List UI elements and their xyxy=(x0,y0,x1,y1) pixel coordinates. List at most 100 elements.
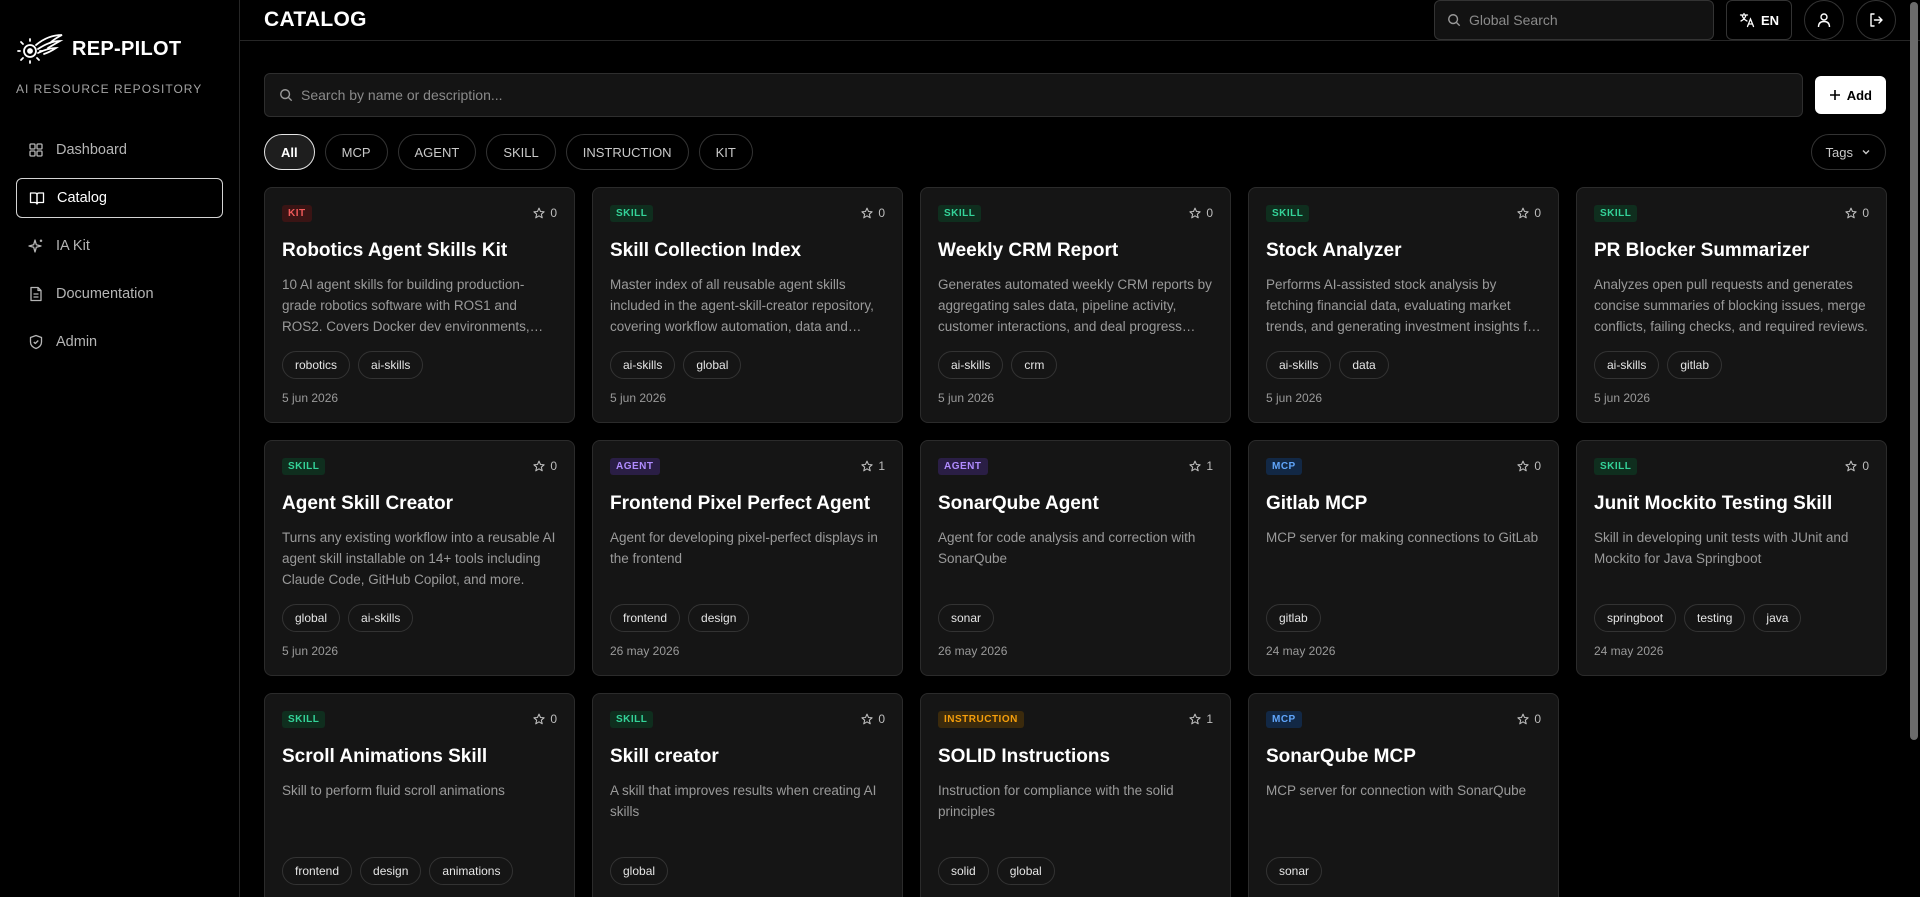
filter-chip-all[interactable]: All xyxy=(264,134,315,170)
catalog-card[interactable]: SKILL 0 Weekly CRM Report Generates auto… xyxy=(920,187,1231,423)
tag-chip[interactable]: frontend xyxy=(282,857,353,885)
filter-chip-kit[interactable]: KIT xyxy=(698,134,753,170)
star-button[interactable]: 0 xyxy=(861,206,885,220)
star-icon xyxy=(1189,460,1201,472)
scrollbar[interactable] xyxy=(1910,0,1918,897)
star-button[interactable]: 1 xyxy=(1189,712,1213,726)
tag-chip[interactable]: data xyxy=(1339,351,1389,379)
sidebar-item-dashboard[interactable]: Dashboard xyxy=(16,130,223,170)
tag-chip[interactable]: java xyxy=(1753,604,1802,632)
catalog-card[interactable]: AGENT 1 SonarQube Agent Agent for code a… xyxy=(920,440,1231,676)
card-description: Skill to perform fluid scroll animations xyxy=(282,783,505,798)
star-icon xyxy=(1189,207,1201,219)
tag-chip[interactable]: global xyxy=(996,857,1055,885)
catalog-search-input[interactable] xyxy=(301,87,1788,103)
star-button[interactable]: 0 xyxy=(1517,459,1541,473)
filter-chip-mcp[interactable]: MCP xyxy=(324,134,388,170)
language-label: EN xyxy=(1760,12,1779,28)
tags-dropdown[interactable]: Tags xyxy=(1810,134,1886,170)
star-button[interactable]: 0 xyxy=(1845,206,1869,220)
star-button[interactable]: 0 xyxy=(533,712,557,726)
sidebar-item-ia-kit[interactable]: IA Kit xyxy=(16,226,223,266)
filter-chip-instruction[interactable]: INSTRUCTION xyxy=(565,134,689,170)
tag-chip[interactable]: design xyxy=(360,857,422,885)
catalog-card[interactable]: AGENT 1 Frontend Pixel Perfect Agent Age… xyxy=(592,440,903,676)
filter-chip-agent[interactable]: AGENT xyxy=(397,134,477,170)
card-tags: ai-skills global xyxy=(610,351,885,379)
tag-chip[interactable]: ai-skills xyxy=(348,604,414,632)
scrollbar-thumb[interactable] xyxy=(1910,2,1918,740)
star-count: 0 xyxy=(1862,206,1869,220)
catalog-card[interactable]: INSTRUCTION 1 SOLID Instructions Instruc… xyxy=(920,693,1231,897)
tag-chip[interactable]: testing xyxy=(1684,604,1746,632)
catalog-card[interactable]: SKILL 0 Scroll Animations Skill Skill to… xyxy=(264,693,575,897)
catalog-card[interactable]: MCP 0 SonarQube MCP MCP server for conne… xyxy=(1248,693,1559,897)
star-button[interactable]: 1 xyxy=(1189,459,1213,473)
tag-chip[interactable]: frontend xyxy=(610,604,681,632)
global-search[interactable] xyxy=(1433,0,1714,40)
type-badge: SKILL xyxy=(938,204,982,222)
catalog-card[interactable]: KIT 0 Robotics Agent Skills Kit 10 AI ag… xyxy=(264,187,575,423)
language-button[interactable]: EN xyxy=(1725,0,1792,40)
tag-chip[interactable]: ai-skills xyxy=(1594,351,1660,379)
star-button[interactable]: 0 xyxy=(533,206,557,220)
star-icon xyxy=(533,460,545,472)
star-button[interactable]: 0 xyxy=(533,459,557,473)
sidebar-item-catalog[interactable]: Catalog xyxy=(16,178,223,218)
card-title: Junit Mockito Testing Skill xyxy=(1594,493,1833,514)
tag-chip[interactable]: springboot xyxy=(1594,604,1677,632)
tag-chip[interactable]: ai-skills xyxy=(1266,351,1332,379)
catalog-card[interactable]: SKILL 0 PR Blocker Summarizer Analyzes o… xyxy=(1576,187,1887,423)
card-tags: global ai-skills xyxy=(282,604,557,632)
tag-chip[interactable]: ai-skills xyxy=(610,351,676,379)
tag-chip[interactable]: sonar xyxy=(1266,857,1323,885)
tag-chip[interactable]: crm xyxy=(1011,351,1058,379)
star-icon xyxy=(533,207,545,219)
catalog-search[interactable] xyxy=(264,73,1803,117)
card-tags: solid global xyxy=(938,857,1213,885)
star-icon xyxy=(1517,713,1529,725)
profile-button[interactable] xyxy=(1804,0,1844,40)
catalog-card[interactable]: SKILL 0 Junit Mockito Testing Skill Skil… xyxy=(1576,440,1887,676)
brand[interactable]: REP-PILOT xyxy=(0,0,239,68)
tag-chip[interactable]: gitlab xyxy=(1266,604,1321,632)
filter-chip-skill[interactable]: SKILL xyxy=(486,134,556,170)
star-icon xyxy=(1517,207,1529,219)
tag-chip[interactable]: ai-skills xyxy=(358,351,424,379)
tag-chip[interactable]: global xyxy=(683,351,742,379)
star-button[interactable]: 0 xyxy=(1189,206,1213,220)
card-date: 24 may 2026 xyxy=(1266,644,1336,658)
tag-chip[interactable]: sonar xyxy=(938,604,995,632)
type-badge: INSTRUCTION xyxy=(938,710,1024,728)
tag-chip[interactable]: ai-skills xyxy=(938,351,1004,379)
star-button[interactable]: 0 xyxy=(1517,206,1541,220)
star-button[interactable]: 0 xyxy=(1845,459,1869,473)
tag-chip[interactable]: global xyxy=(282,604,341,632)
catalog-card[interactable]: SKILL 0 Agent Skill Creator Turns any ex… xyxy=(264,440,575,676)
chevron-down-icon xyxy=(1862,150,1870,155)
user-icon xyxy=(1817,13,1831,28)
catalog-card[interactable]: SKILL 0 Skill creator A skill that impro… xyxy=(592,693,903,897)
sidebar-item-admin[interactable]: Admin xyxy=(16,322,223,362)
logout-button[interactable] xyxy=(1856,0,1896,40)
card-tags: gitlab xyxy=(1266,604,1541,632)
type-badge: KIT xyxy=(282,204,312,222)
card-tags: robotics ai-skills xyxy=(282,351,557,379)
add-button[interactable]: Add xyxy=(1814,76,1886,114)
tag-chip[interactable]: design xyxy=(688,604,750,632)
card-title: Skill creator xyxy=(610,746,719,767)
catalog-card[interactable]: SKILL 0 Skill Collection Index Master in… xyxy=(592,187,903,423)
tag-chip[interactable]: gitlab xyxy=(1667,351,1723,379)
global-search-input[interactable] xyxy=(1468,12,1689,28)
card-description: MCP server for connection with SonarQube xyxy=(1266,783,1527,798)
tag-chip[interactable]: solid xyxy=(938,857,989,885)
catalog-card[interactable]: MCP 0 Gitlab MCP MCP server for making c… xyxy=(1248,440,1559,676)
star-button[interactable]: 0 xyxy=(861,712,885,726)
sidebar-item-documentation[interactable]: Documentation xyxy=(16,274,223,314)
star-button[interactable]: 0 xyxy=(1517,712,1541,726)
tag-chip[interactable]: animations xyxy=(429,857,514,885)
star-button[interactable]: 1 xyxy=(861,459,885,473)
tag-chip[interactable]: global xyxy=(610,857,669,885)
catalog-card[interactable]: SKILL 0 Stock Analyzer Performs AI-assis… xyxy=(1248,187,1559,423)
tag-chip[interactable]: robotics xyxy=(282,351,351,379)
